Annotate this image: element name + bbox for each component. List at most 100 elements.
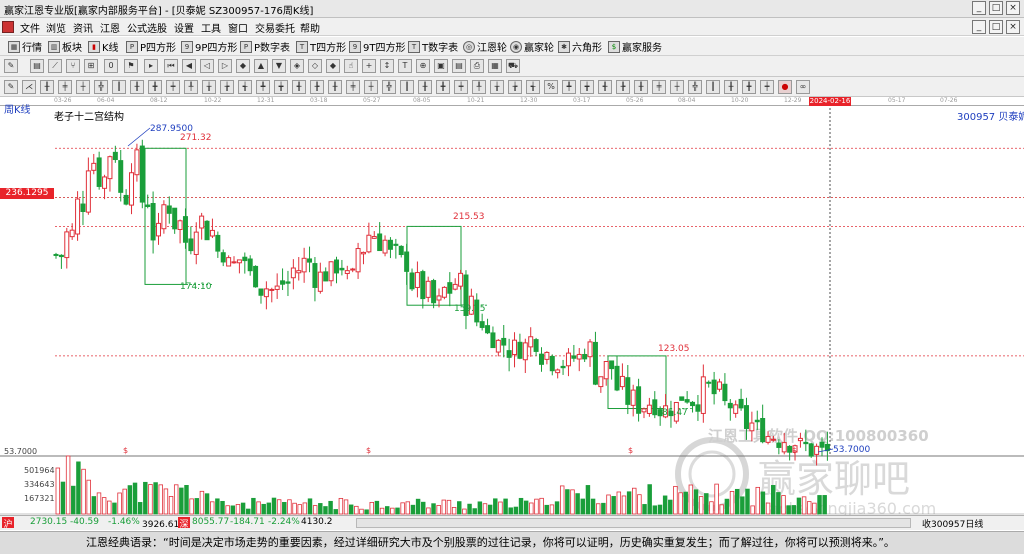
candle-body (646, 404, 652, 414)
candle-body (404, 251, 410, 272)
volume-bar (791, 505, 797, 515)
candle-body (344, 270, 350, 274)
candle-body (290, 267, 296, 279)
candle-body (603, 360, 609, 380)
candle-body (236, 259, 242, 264)
candle-body (425, 280, 431, 298)
candle-body (312, 263, 318, 288)
candle-body (139, 145, 145, 203)
volume-bar (817, 495, 822, 515)
volume-tick: 501964 (24, 466, 55, 475)
volume-bar (338, 497, 344, 515)
volume-bar (621, 495, 627, 515)
volume-bar (189, 498, 194, 515)
candle-body (776, 442, 782, 448)
candlesticks (53, 139, 830, 466)
candle-body (220, 252, 226, 263)
volume-bar (246, 508, 251, 515)
volume-bar (225, 505, 230, 515)
candle-body (625, 377, 631, 405)
candle-body (819, 441, 825, 448)
volume-bar (86, 479, 91, 515)
volume-bar (668, 499, 673, 515)
volume-bar (173, 484, 179, 515)
volume-bar (704, 493, 709, 515)
candle-body (172, 207, 178, 230)
status-right-label: 收300957日线 (922, 520, 984, 530)
kline-chart[interactable]: 江恩工具软件 QQ:100800360 赢家聊吧 liaoba.yingjia3… (0, 0, 1024, 554)
candle-body (204, 220, 210, 241)
volume-bar (523, 500, 529, 515)
volume-bar (786, 505, 791, 515)
volume-bar (462, 508, 467, 515)
volume-bar (575, 493, 580, 515)
sz-index-icon[interactable]: 深 (178, 517, 190, 530)
sz-index-pct: -2.24% (268, 517, 300, 527)
candle-body (587, 341, 593, 358)
volume-bar (287, 499, 292, 515)
horizontal-scrollbar[interactable] (356, 518, 911, 528)
volume-bar (240, 502, 246, 515)
candle-body (263, 288, 269, 298)
volume-bar (637, 494, 642, 515)
volume-bar (71, 485, 76, 515)
candle-body (193, 231, 199, 255)
candle-body (75, 198, 81, 235)
candle-body (738, 398, 744, 409)
price-label: 85.47 (662, 408, 688, 418)
volume-bar (101, 497, 107, 515)
volume-bar (297, 504, 302, 515)
volume-bar (518, 497, 524, 515)
candle-body (485, 325, 491, 334)
volume-bar (632, 487, 637, 515)
volume-bar (230, 505, 236, 515)
candle-body (479, 321, 485, 328)
dividend-mark: $ (123, 446, 129, 455)
candle-body (555, 369, 561, 374)
volume-bar (745, 488, 750, 515)
candle-body (441, 286, 447, 298)
volume-bar (328, 500, 333, 515)
volume-bar (508, 507, 513, 515)
gann-quote-banner: 江恩经典语录：“时间是决定市场走势的重要因素，经过详细研究大市及个别股票的过往记… (0, 531, 1024, 554)
candle-body (129, 172, 135, 206)
volume-bar (611, 496, 616, 515)
candle-body (490, 332, 496, 349)
candle-body (317, 271, 323, 292)
volume-bar (776, 492, 781, 515)
volume-bar (261, 503, 266, 515)
dividend-mark: $ (792, 446, 798, 455)
candle-body (177, 220, 183, 230)
volume-bar (410, 504, 416, 515)
volume-bar (307, 498, 313, 515)
volume-tick: 53.7000 (4, 447, 38, 456)
volume-tick: 334643 (24, 480, 55, 489)
candle-body (226, 257, 232, 267)
candle-body (765, 436, 771, 443)
candle-body (431, 280, 437, 304)
volume-bar (683, 491, 688, 515)
price-label: 53.7000 (833, 445, 870, 455)
volume-bar (163, 488, 169, 515)
candle-body (155, 222, 161, 237)
candle-body (360, 251, 366, 255)
candle-body (711, 379, 717, 395)
volume-bar (724, 498, 730, 515)
candle-body (582, 354, 588, 360)
volume-bar (302, 502, 308, 515)
candle-body (652, 399, 658, 416)
volume-bar (534, 498, 539, 515)
candle-body (118, 160, 124, 193)
candle-body (684, 399, 690, 403)
candle-body (722, 383, 728, 402)
volume-bar (127, 485, 133, 515)
candle-body (371, 236, 377, 239)
candle-body (285, 281, 291, 284)
volume-bar (657, 504, 663, 515)
candle-body (609, 360, 615, 370)
volume-bar (76, 461, 81, 515)
volume-bar (760, 491, 766, 515)
candle-body (528, 336, 534, 348)
volume-bar (565, 489, 570, 515)
sh-index-icon[interactable]: 沪 (2, 517, 14, 530)
